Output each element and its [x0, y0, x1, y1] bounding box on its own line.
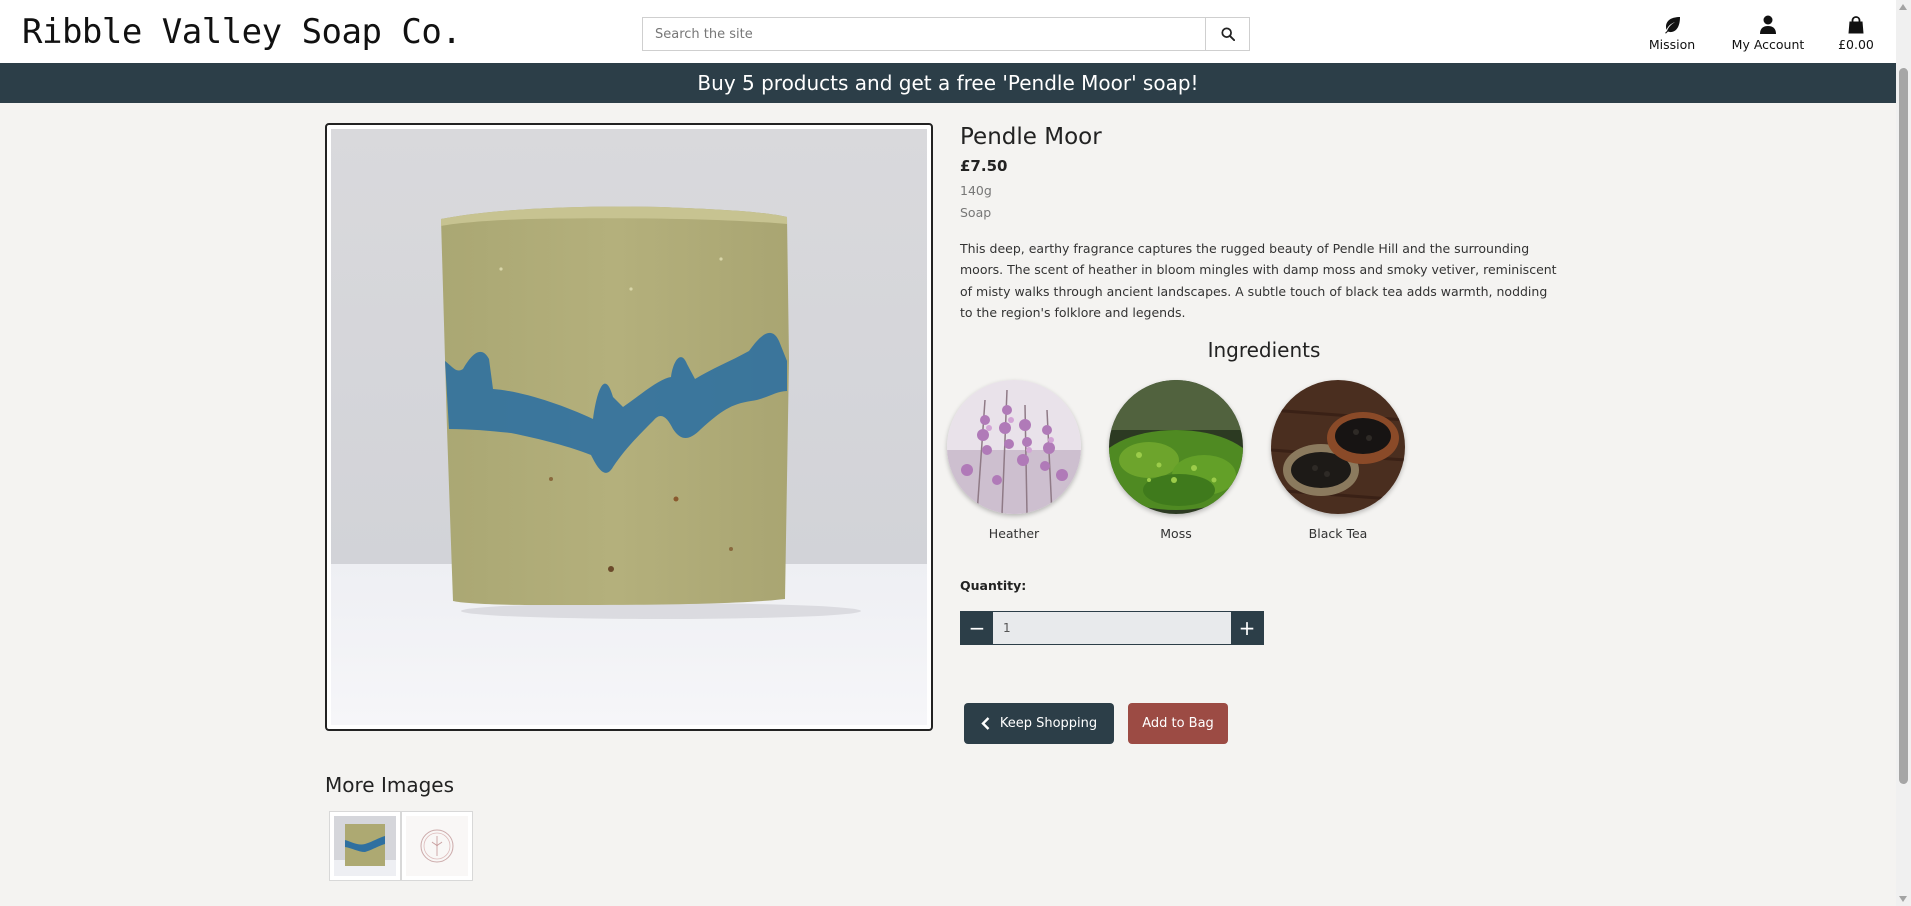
bag-total: £0.00: [1838, 37, 1874, 52]
decrement-button[interactable]: −: [961, 612, 993, 644]
scroll-up-arrow-icon[interactable]: [1899, 4, 1907, 10]
scroll-down-arrow-icon[interactable]: [1899, 896, 1907, 902]
soap-photo: [331, 129, 927, 725]
nav-mission[interactable]: Mission: [1640, 12, 1704, 52]
search-icon: [1220, 27, 1235, 41]
black-tea-image: [1271, 380, 1405, 514]
product-weight: 140g: [960, 183, 992, 198]
ingredient-heather: Heather: [946, 380, 1082, 541]
product-main-image[interactable]: [325, 123, 933, 731]
user-icon: [1760, 15, 1776, 34]
site-header: Ribble Valley Soap Co. Mission My Accoun…: [0, 0, 1896, 63]
logo-thumbnail-image: [406, 816, 468, 876]
keep-shopping-button[interactable]: Keep Shopping: [964, 703, 1114, 744]
moss-image: [1109, 380, 1243, 514]
more-images-heading: More Images: [325, 773, 454, 797]
product-price: £7.50: [960, 157, 1008, 175]
nav-bag[interactable]: £0.00: [1830, 12, 1882, 52]
nav-account-label: My Account: [1731, 37, 1805, 52]
gallery-thumbnail[interactable]: [401, 811, 473, 881]
leaf-icon: [1665, 17, 1680, 34]
ingredients-heading: Ingredients: [1207, 338, 1321, 362]
quantity-label: Quantity:: [960, 578, 1027, 593]
chevron-left-icon: [981, 717, 990, 730]
ingredient-label: Heather: [988, 526, 1040, 541]
scroll-thumb[interactable]: [1899, 68, 1908, 784]
shopping-bag-icon: [1848, 16, 1864, 34]
product-title: Pendle Moor: [960, 124, 1102, 150]
quantity-input[interactable]: [993, 612, 1231, 644]
product-description: This deep, earthy fragrance captures the…: [960, 241, 1557, 320]
search-button[interactable]: [1205, 18, 1249, 50]
nav-mission-label: Mission: [1648, 37, 1696, 52]
promo-banner: Buy 5 products and get a free 'Pendle Mo…: [0, 63, 1896, 103]
heather-image: [947, 380, 1081, 514]
increment-button[interactable]: +: [1231, 612, 1263, 644]
keep-shopping-label: Keep Shopping: [999, 716, 1098, 731]
ingredient-label: Moss: [1160, 526, 1192, 541]
ingredient-moss: Moss: [1108, 380, 1244, 541]
search-input[interactable]: [643, 18, 1205, 50]
ingredient-label: Black Tea: [1308, 526, 1368, 541]
soap-thumbnail-image: [334, 816, 396, 876]
quantity-stepper: − +: [960, 611, 1264, 645]
product-category[interactable]: Soap: [960, 205, 991, 220]
brand-logo[interactable]: Ribble Valley Soap Co.: [22, 12, 462, 52]
nav-account[interactable]: My Account: [1728, 12, 1808, 52]
add-to-bag-button[interactable]: Add to Bag: [1128, 703, 1228, 744]
gallery-thumbnail[interactable]: [329, 811, 401, 881]
search-form: [642, 17, 1250, 51]
page-scrollbar[interactable]: [1896, 0, 1911, 906]
ingredient-black-tea: Black Tea: [1270, 380, 1406, 541]
